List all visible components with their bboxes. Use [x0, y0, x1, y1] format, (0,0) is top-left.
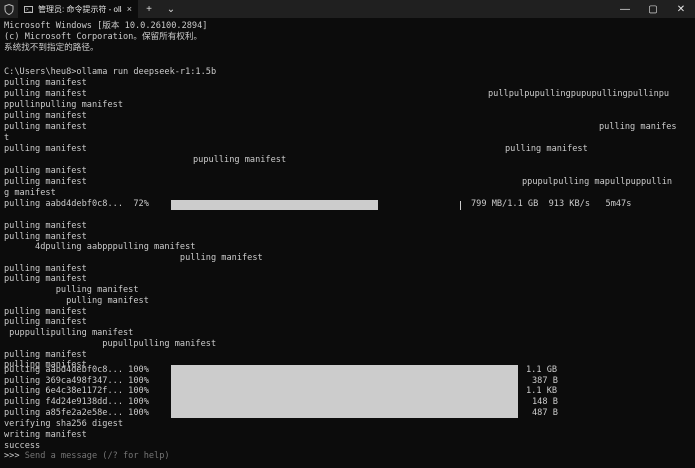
minimize-button[interactable]: —: [611, 0, 639, 18]
progress-separator: [460, 201, 461, 210]
layer-size: 148 B: [532, 397, 558, 407]
close-tab-icon[interactable]: ×: [127, 4, 132, 14]
prompt-prefix: >>>: [4, 451, 25, 461]
message-input[interactable]: Send a message (/? for help): [25, 451, 170, 461]
tab-title: 管理员: 命令提示符 - ollama r: [38, 4, 122, 14]
console-line: pulling manifest: [4, 274, 87, 284]
console-line: ppullinpulling manifest: [4, 100, 123, 110]
console-line: pulling manifest: [4, 317, 87, 327]
chevron-down-icon[interactable]: ⌄: [160, 0, 182, 18]
console-line: pulling manifest: [4, 122, 87, 132]
console-line: pulling manifest: [4, 166, 87, 176]
console-line: puppullipulling manifest: [4, 328, 134, 338]
console-line: pupulling manifest: [193, 155, 287, 165]
maximize-button[interactable]: ▢: [639, 0, 667, 18]
prompt-line[interactable]: >>> Send a message (/? for help): [4, 451, 170, 462]
console-line: pulling manifest: [505, 144, 588, 154]
layer-label: pulling aabd4debf0c8... 100%: [4, 365, 149, 375]
console-line: Microsoft Windows [版本 10.0.26100.2894]: [4, 21, 208, 31]
close-window-button[interactable]: ✕: [667, 0, 695, 18]
console-line: pulling manifest: [4, 111, 87, 121]
console-line: pupullpulling manifest: [4, 339, 217, 349]
console-line: ppupulpulling mapullpuppullin: [522, 177, 673, 187]
layer-size: 487 B: [532, 408, 558, 418]
layer-label: pulling a85fe2a2e58e... 100%: [4, 408, 149, 418]
console-line: pulling manifest: [4, 177, 87, 187]
console-line: pulling manifest: [4, 253, 263, 263]
layers-progress-bar: [171, 365, 518, 418]
console-line: pulling manifest: [4, 221, 87, 231]
title-bar: >_ 管理员: 命令提示符 - ollama r × + ⌄ — ▢ ✕: [0, 0, 695, 18]
console-output[interactable]: Microsoft Windows [版本 10.0.26100.2894] (…: [0, 21, 695, 468]
progress-stats: 799 MB/1.1 GB 913 KB/s 5m47s: [471, 199, 632, 209]
layer-label: pulling f4d24e9138dd... 100%: [4, 397, 149, 407]
progress-label: pulling aabd4debf0c8... 72%: [4, 199, 149, 209]
console-line: writing manifest: [4, 430, 87, 440]
layer-label: pulling 6e4c38e1172f... 100%: [4, 386, 149, 396]
console-line: pullpulpupullingpupupullingpullinpu: [488, 89, 670, 99]
console-line: pulling manifes: [599, 122, 677, 132]
console-line: pulling manifest: [4, 89, 87, 99]
tab-command-prompt[interactable]: >_ 管理员: 命令提示符 - ollama r ×: [18, 0, 138, 18]
new-tab-button[interactable]: +: [138, 0, 160, 18]
shield-icon: [0, 0, 18, 18]
console-line: 4dpulling aabpppulling manifest: [4, 242, 196, 252]
console-line: pulling manifest: [4, 285, 139, 295]
layer-size: 1.1 KB: [526, 386, 558, 396]
console-line: verifying sha256 digest: [4, 419, 123, 429]
console-line: pulling manifest: [4, 296, 149, 306]
command-line: C:\Users\heu8>ollama run deepseek-r1:1.5…: [4, 67, 217, 77]
console-line: pulling manifest: [4, 78, 87, 88]
progress-bar: [171, 200, 378, 210]
console-line: pulling manifest: [4, 144, 87, 154]
console-line: (c) Microsoft Corporation。保留所有权利。: [4, 32, 203, 42]
console-line: t: [4, 133, 10, 143]
console-line: 系统找不到指定的路径。: [4, 43, 99, 53]
console-line: g manifest: [4, 188, 56, 198]
layer-size: 1.1 GB: [526, 365, 558, 375]
terminal-icon: >_: [24, 5, 33, 13]
